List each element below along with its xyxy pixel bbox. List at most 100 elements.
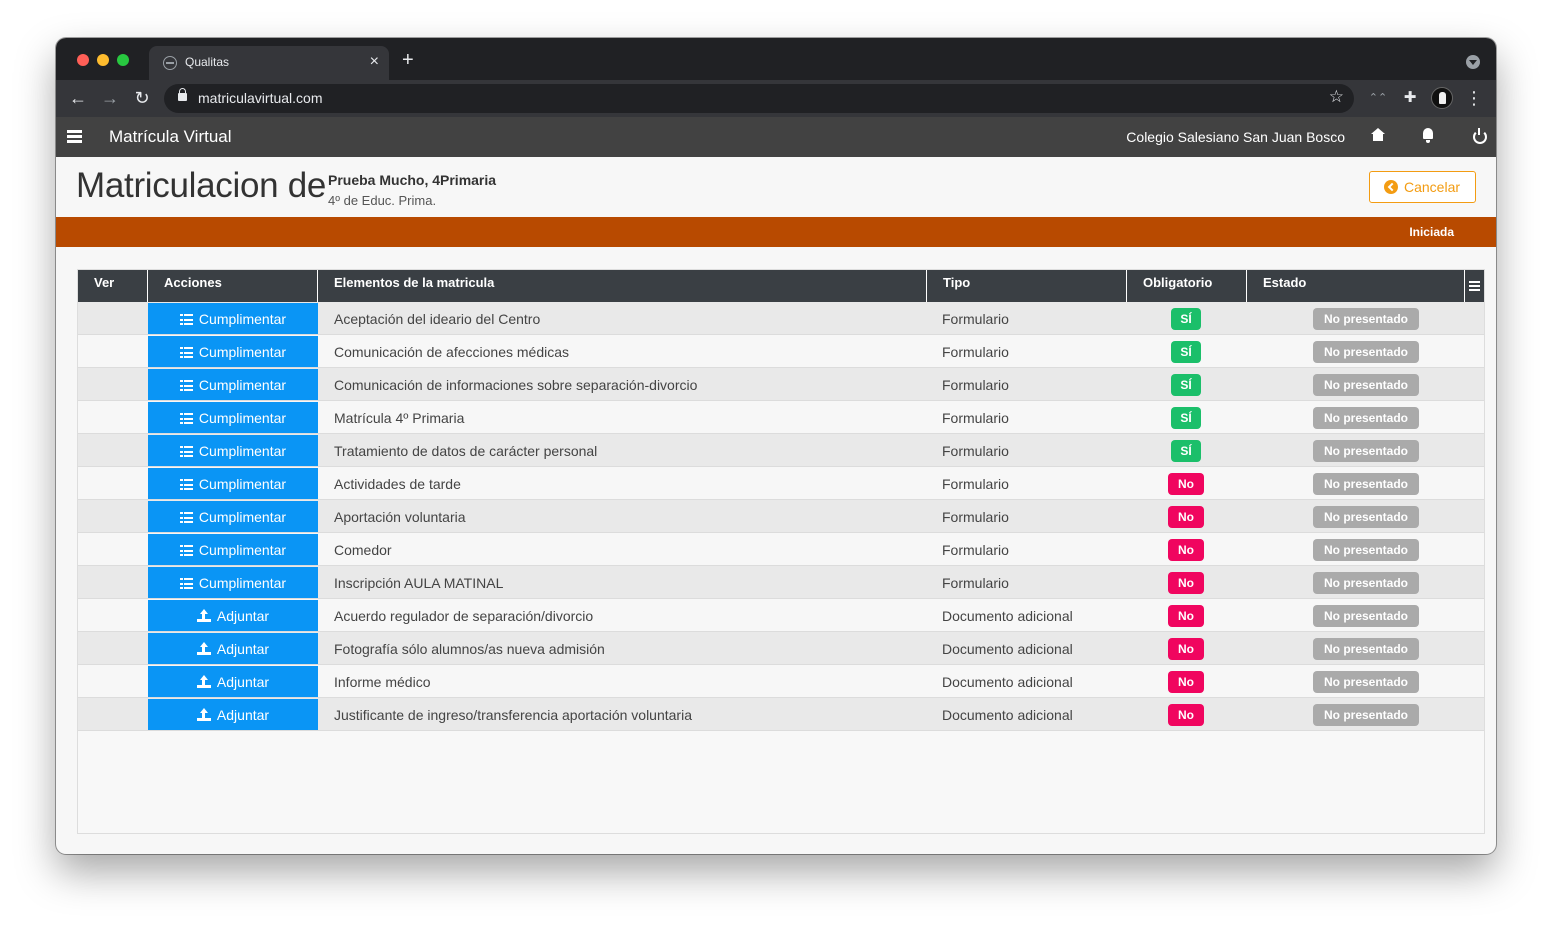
upload-icon — [196, 708, 211, 721]
page-title: Matriculacion de — [76, 166, 327, 205]
app-title: Matrícula Virtual — [109, 127, 232, 146]
action-label: Cumplimentar — [198, 575, 287, 591]
power-icon[interactable] — [1471, 127, 1489, 145]
mountain-extension-icon[interactable]: ⌃⌃ — [1367, 87, 1389, 109]
obligatorio-badge: SÍ — [1171, 374, 1201, 396]
browser-tab[interactable]: Qualitas × — [149, 46, 389, 80]
tab-close-icon[interactable]: × — [370, 53, 379, 71]
action-button-content: Cumplimentar — [148, 542, 318, 558]
upload-icon — [196, 675, 211, 688]
cumplimentar-button[interactable]: Cumplimentar — [148, 402, 318, 433]
column-menu-icon[interactable] — [1465, 270, 1484, 302]
table-row: Adjuntar Acuerdo regulador de separación… — [78, 599, 1484, 632]
action-button-content: Adjuntar — [148, 707, 318, 723]
browser-window: Qualitas × + ← → ↻ matriculavirtual.com … — [56, 38, 1496, 854]
adjuntar-button[interactable]: Adjuntar — [148, 699, 318, 730]
column-header-ver[interactable]: Ver — [78, 270, 148, 302]
estado-badge: No presentado — [1313, 572, 1419, 594]
table-row: Adjuntar Informe médico Documento adicio… — [78, 665, 1484, 698]
cumplimentar-button[interactable]: Cumplimentar — [148, 303, 318, 334]
status-text: Iniciada — [1409, 225, 1454, 239]
cancel-label: Cancelar — [1404, 179, 1461, 195]
element-name: Aceptación del ideario del Centro — [334, 311, 541, 327]
bell-icon[interactable] — [1420, 127, 1438, 145]
column-header-acciones[interactable]: Acciones — [148, 270, 318, 302]
obligatorio-badge: SÍ — [1171, 407, 1201, 429]
action-button-content: Cumplimentar — [148, 377, 318, 393]
list-icon — [179, 446, 193, 457]
action-label: Cumplimentar — [198, 476, 287, 492]
action-label: Cumplimentar — [198, 542, 287, 558]
adjuntar-button[interactable]: Adjuntar — [148, 600, 318, 631]
action-label: Cumplimentar — [198, 443, 287, 459]
list-icon — [179, 347, 193, 358]
upload-icon — [196, 609, 211, 622]
element-type: Formulario — [942, 542, 1009, 558]
element-type: Formulario — [942, 410, 1009, 426]
column-header-estado[interactable]: Estado — [1247, 270, 1465, 302]
estado-badge: No presentado — [1313, 539, 1419, 561]
obligatorio-badge: No — [1168, 638, 1204, 660]
url-text[interactable]: matriculavirtual.com — [198, 90, 322, 106]
new-tab-button[interactable]: + — [402, 50, 414, 70]
element-name: Tratamiento de datos de carácter persona… — [334, 443, 598, 459]
cumplimentar-button[interactable]: Cumplimentar — [148, 567, 318, 598]
address-bar[interactable]: matriculavirtual.com ☆ — [164, 84, 1354, 113]
action-button-content: Cumplimentar — [148, 311, 318, 327]
element-name: Actividades de tarde — [334, 476, 461, 492]
profile-avatar[interactable] — [1431, 87, 1453, 109]
element-type: Formulario — [942, 377, 1009, 393]
tab-title: Qualitas — [185, 55, 230, 69]
forward-button[interactable]: → — [98, 86, 122, 110]
home-icon[interactable] — [1370, 127, 1388, 145]
tab-search-icon[interactable] — [1466, 55, 1480, 69]
status-bar: Iniciada — [56, 217, 1496, 247]
reload-button[interactable]: ↻ — [130, 86, 154, 110]
puzzle-extensions-icon[interactable]: ✚ — [1399, 87, 1421, 109]
column-header-tipo[interactable]: Tipo — [927, 270, 1127, 302]
obligatorio-badge: No — [1168, 572, 1204, 594]
table-row: Cumplimentar Matrícula 4º Primaria Formu… — [78, 401, 1484, 434]
action-label: Cumplimentar — [198, 377, 287, 393]
action-button-content: Adjuntar — [148, 674, 318, 690]
action-label: Adjuntar — [216, 707, 270, 723]
obligatorio-badge: SÍ — [1171, 308, 1201, 330]
element-name: Comunicación de afecciones médicas — [334, 344, 570, 360]
element-type: Documento adicional — [942, 674, 1073, 690]
obligatorio-badge: No — [1168, 605, 1204, 627]
action-label: Cumplimentar — [198, 344, 287, 360]
adjuntar-button[interactable]: Adjuntar — [148, 666, 318, 697]
minimize-window-button[interactable] — [97, 54, 109, 66]
cumplimentar-button[interactable]: Cumplimentar — [148, 369, 318, 400]
cumplimentar-button[interactable]: Cumplimentar — [148, 534, 318, 565]
browser-menu-icon[interactable]: ⋮ — [1463, 87, 1485, 109]
cumplimentar-button[interactable]: Cumplimentar — [148, 435, 318, 466]
adjuntar-button[interactable]: Adjuntar — [148, 633, 318, 664]
enrollment-table: Ver Acciones Elementos de la matricula T… — [77, 269, 1485, 834]
page-header: Matriculacion de Prueba Mucho, 4Primaria… — [56, 157, 1496, 217]
hamburger-menu-icon[interactable] — [67, 130, 82, 143]
cumplimentar-button[interactable]: Cumplimentar — [148, 501, 318, 532]
table-row: Cumplimentar Aceptación del ideario del … — [78, 302, 1484, 335]
student-course: 4º de Educ. Prima. — [328, 193, 437, 208]
maximize-window-button[interactable] — [117, 54, 129, 66]
school-name: Colegio Salesiano San Juan Bosco — [1126, 129, 1345, 145]
list-icon — [179, 413, 193, 424]
bookmark-star-icon[interactable]: ☆ — [1329, 87, 1344, 107]
back-button[interactable]: ← — [66, 86, 90, 110]
list-icon — [179, 512, 193, 523]
column-header-obligatorio[interactable]: Obligatorio — [1127, 270, 1247, 302]
close-window-button[interactable] — [77, 54, 89, 66]
cancel-button[interactable]: Cancelar — [1369, 171, 1476, 203]
table-row: Cumplimentar Comunicación de afecciones … — [78, 335, 1484, 368]
action-button-content: Cumplimentar — [148, 410, 318, 426]
column-header-elementos[interactable]: Elementos de la matricula — [318, 270, 927, 302]
browser-toolbar: ← → ↻ matriculavirtual.com ☆ ⌃⌃ ✚ ⋮ — [56, 80, 1496, 117]
cumplimentar-button[interactable]: Cumplimentar — [148, 336, 318, 367]
obligatorio-badge: No — [1168, 506, 1204, 528]
cumplimentar-button[interactable]: Cumplimentar — [148, 468, 318, 499]
estado-badge: No presentado — [1313, 638, 1419, 660]
upload-icon — [196, 642, 211, 655]
element-name: Justificante de ingreso/transferencia ap… — [334, 707, 692, 723]
element-type: Formulario — [942, 443, 1009, 459]
